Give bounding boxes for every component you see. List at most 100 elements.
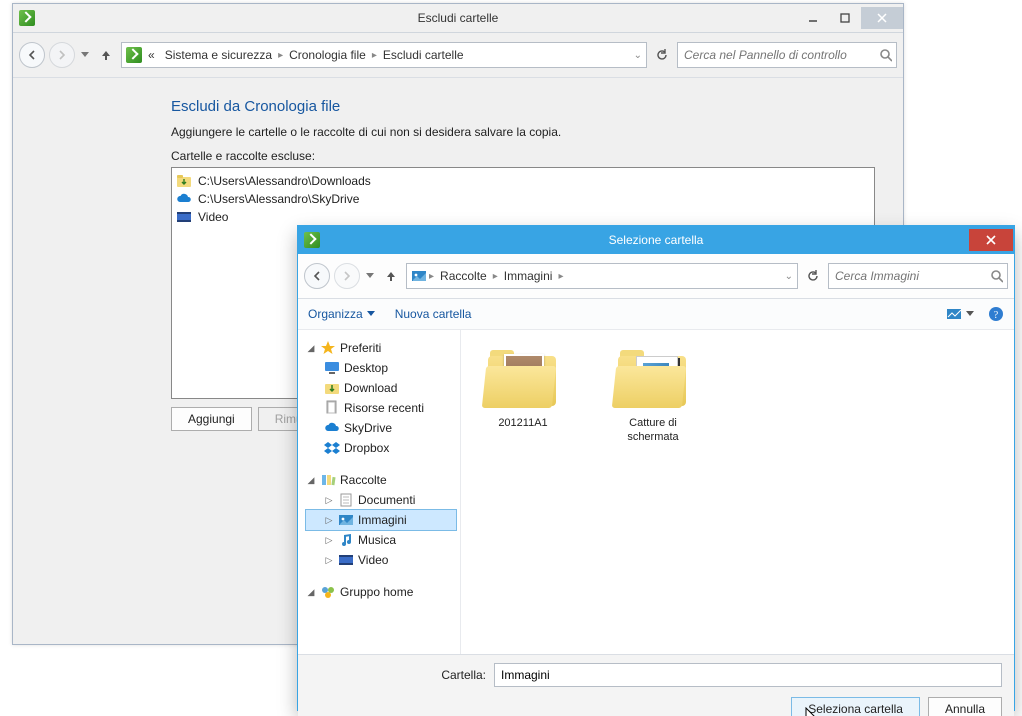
nav-bar: ▸ Raccolte▸ Immagini▸ ⌄ xyxy=(298,254,1014,299)
cancel-button[interactable]: Annulla xyxy=(928,697,1002,716)
close-button[interactable] xyxy=(861,7,903,29)
address-bar[interactable]: « Sistema e sicurezza▸ Cronologia file▸ … xyxy=(121,42,647,68)
search-folder[interactable] xyxy=(828,263,1008,289)
list-item[interactable]: C:\Users\Alessandro\Downloads xyxy=(176,172,870,190)
tree-label: Desktop xyxy=(344,361,388,375)
download-folder-icon xyxy=(176,173,192,189)
history-dropdown[interactable] xyxy=(79,52,91,58)
nav-tree[interactable]: ◢Preferiti Desktop Download Risorse rece… xyxy=(298,330,461,654)
titlebar[interactable]: Escludi cartelle xyxy=(13,4,903,33)
app-icon xyxy=(19,10,35,26)
video-icon xyxy=(338,552,354,568)
tree-item-desktop[interactable]: Desktop xyxy=(306,358,456,378)
tree-item-documents[interactable]: ▷Documenti xyxy=(306,490,456,510)
search-input[interactable] xyxy=(682,47,879,63)
list-item-label: C:\Users\Alessandro\SkyDrive xyxy=(198,192,359,206)
addrbar-dropdown[interactable]: ⌄ xyxy=(785,271,793,282)
search-control-panel[interactable] xyxy=(677,42,897,68)
add-button[interactable]: Aggiungi xyxy=(171,407,252,431)
tree-item-pictures[interactable]: ▷Immagini xyxy=(305,509,457,531)
add-button-label: Aggiungi xyxy=(188,412,235,426)
organize-menu[interactable]: Organizza xyxy=(308,307,375,321)
chevron-right-icon: ▸ xyxy=(278,50,283,61)
dropbox-icon xyxy=(324,440,340,456)
crumb[interactable]: Escludi cartelle xyxy=(379,48,468,62)
refresh-button[interactable] xyxy=(651,44,673,66)
tree-label: Musica xyxy=(358,533,396,547)
select-folder-button[interactable]: Seleziona cartella xyxy=(791,697,920,716)
tree-item-download[interactable]: Download xyxy=(306,378,456,398)
tree-label: SkyDrive xyxy=(344,421,392,435)
list-label: Cartelle e raccolte escluse: xyxy=(171,149,875,163)
folder-item[interactable]: 201211A1 xyxy=(473,348,573,430)
crumb[interactable]: Immagini xyxy=(500,269,557,283)
folder-item[interactable]: Catture di schermata xyxy=(603,348,703,444)
addr-icon xyxy=(126,47,142,63)
refresh-button[interactable] xyxy=(802,265,824,287)
tree-label: Dropbox xyxy=(344,441,389,455)
new-folder-button[interactable]: Nuova cartella xyxy=(395,307,472,321)
tree-label: Download xyxy=(344,381,397,395)
organize-label: Organizza xyxy=(308,307,363,321)
tree-label: Preferiti xyxy=(340,341,381,355)
tree-item-recent[interactable]: Risorse recenti xyxy=(306,398,456,418)
skydrive-icon xyxy=(324,420,340,436)
forward-button[interactable] xyxy=(49,42,75,68)
minimize-button[interactable] xyxy=(797,7,829,29)
titlebar[interactable]: Selezione cartella xyxy=(298,226,1014,254)
dialog-selezione-cartella: Selezione cartella ▸ Raccolte▸ Immagini▸… xyxy=(297,225,1015,711)
breadcrumb-prefix: « xyxy=(144,48,159,62)
page-title: Escludi da Cronologia file xyxy=(171,98,875,115)
window-title: Escludi cartelle xyxy=(13,11,903,25)
list-item[interactable]: C:\Users\Alessandro\SkyDrive xyxy=(176,190,870,208)
search-input[interactable] xyxy=(833,268,990,284)
tree-group-favorites[interactable]: ◢Preferiti xyxy=(306,338,456,358)
chevron-down-icon xyxy=(367,311,375,317)
pictures-library-icon xyxy=(411,268,427,284)
tree-item-music[interactable]: ▷Musica xyxy=(306,530,456,550)
cancel-label: Annulla xyxy=(945,702,985,716)
chevron-right-icon: ▸ xyxy=(558,271,563,282)
back-button[interactable] xyxy=(19,42,45,68)
tree-label: Risorse recenti xyxy=(344,401,424,415)
list-item-label: C:\Users\Alessandro\Downloads xyxy=(198,174,371,188)
history-dropdown[interactable] xyxy=(364,273,376,279)
recent-icon xyxy=(324,400,340,416)
list-item[interactable]: Video xyxy=(176,208,870,226)
up-button[interactable] xyxy=(95,44,117,66)
maximize-button[interactable] xyxy=(829,7,861,29)
download-icon xyxy=(324,380,340,396)
select-folder-label: Seleziona cartella xyxy=(808,702,903,716)
crumb[interactable]: Sistema e sicurezza xyxy=(161,48,276,62)
addrbar-dropdown[interactable]: ⌄ xyxy=(634,50,642,61)
up-button[interactable] xyxy=(380,265,402,287)
folder-field-label: Cartella: xyxy=(310,668,486,682)
folder-label: Catture di schermata xyxy=(603,416,703,444)
view-icon xyxy=(946,307,962,321)
tree-item-dropbox[interactable]: Dropbox xyxy=(306,438,456,458)
tree-item-video[interactable]: ▷Video xyxy=(306,550,456,570)
help-icon[interactable]: ? xyxy=(988,306,1004,322)
tree-label: Gruppo home xyxy=(340,585,413,599)
crumb[interactable]: Cronologia file xyxy=(285,48,370,62)
forward-button[interactable] xyxy=(334,263,360,289)
view-options-button[interactable] xyxy=(946,307,974,321)
tree-item-skydrive[interactable]: SkyDrive xyxy=(306,418,456,438)
skydrive-icon xyxy=(176,191,192,207)
documents-icon xyxy=(338,492,354,508)
folder-field[interactable] xyxy=(494,663,1002,687)
chevron-down-icon xyxy=(966,311,974,317)
pictures-icon xyxy=(338,512,354,528)
tree-group-homegroup[interactable]: ◢Gruppo home xyxy=(306,582,456,602)
app-icon xyxy=(304,232,320,248)
page-description: Aggiungere le cartelle o le raccolte di … xyxy=(171,125,875,139)
tree-group-libraries[interactable]: ◢Raccolte xyxy=(306,470,456,490)
file-pane[interactable]: 201211A1 Catture di schermata xyxy=(461,330,1014,654)
crumb[interactable]: Raccolte xyxy=(436,269,491,283)
address-bar[interactable]: ▸ Raccolte▸ Immagini▸ ⌄ xyxy=(406,263,798,289)
music-icon xyxy=(338,532,354,548)
search-icon xyxy=(990,269,1003,283)
close-button[interactable] xyxy=(969,229,1013,251)
tree-label: Raccolte xyxy=(340,473,387,487)
back-button[interactable] xyxy=(304,263,330,289)
